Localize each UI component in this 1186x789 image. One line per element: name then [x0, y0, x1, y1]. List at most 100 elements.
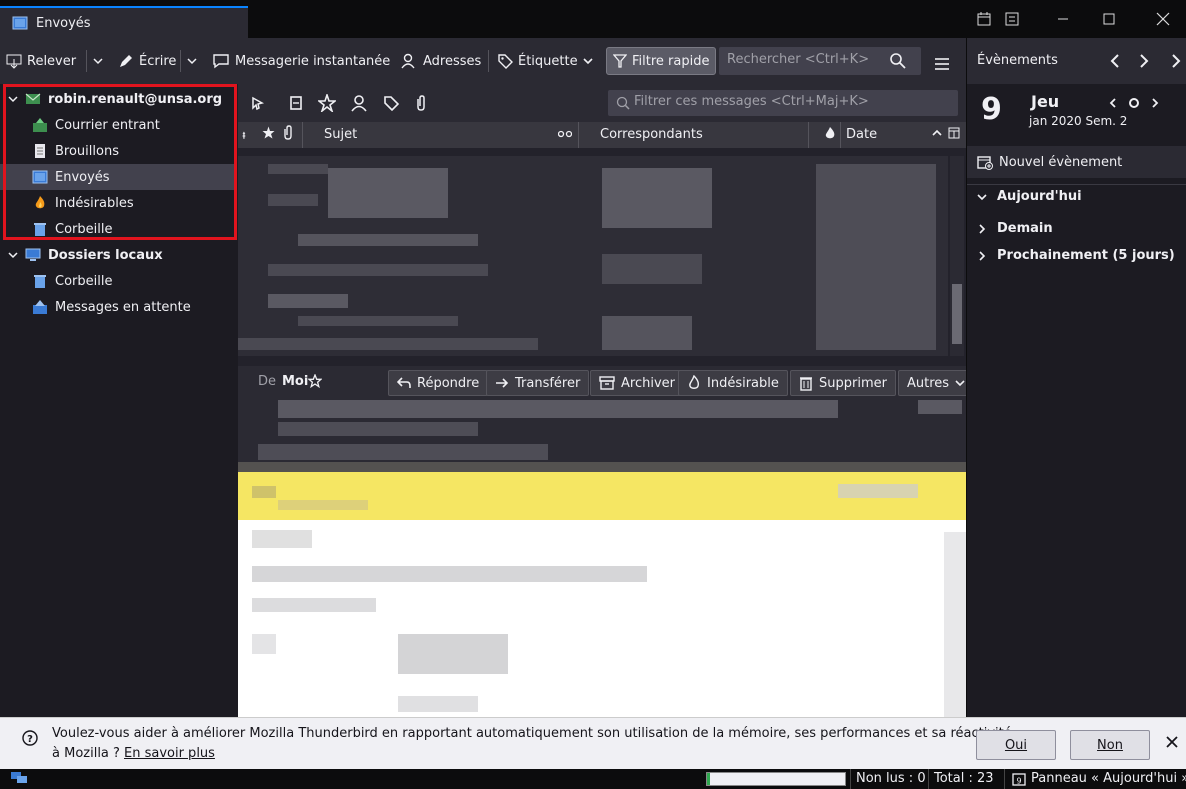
star-icon[interactable] — [308, 374, 322, 388]
today-circle-icon[interactable] — [1128, 97, 1140, 109]
forward-button[interactable]: Transférer — [486, 370, 590, 396]
no-button[interactable]: Non — [1070, 730, 1150, 760]
folder-local-folders[interactable]: Dossiers locaux — [0, 242, 236, 268]
next-day-icon[interactable] — [1151, 98, 1159, 108]
table-row[interactable] — [268, 194, 318, 206]
header-detail-row — [918, 400, 962, 414]
quick-filter-button[interactable]: Filtre rapide — [606, 47, 717, 75]
junk-button[interactable]: Indésirable — [678, 370, 788, 396]
delete-button[interactable]: Supprimer — [790, 370, 896, 396]
other-actions-button[interactable]: Autres — [898, 370, 975, 396]
minimize-button[interactable] — [1040, 0, 1086, 38]
scrollbar-thumb[interactable] — [952, 284, 962, 344]
online-status-icon[interactable] — [10, 771, 28, 785]
maximize-button[interactable] — [1086, 0, 1132, 38]
tag-filter-icon[interactable] — [383, 95, 399, 111]
thread-dots-icon[interactable] — [558, 129, 572, 139]
section-today[interactable]: Aujourd'hui — [977, 189, 1082, 204]
col-correspondents[interactable]: Correspondants — [600, 127, 703, 142]
tag-button[interactable]: Étiquette — [497, 48, 593, 74]
column-divider — [302, 122, 303, 148]
prev-day-icon[interactable] — [1109, 98, 1117, 108]
learn-more-link[interactable]: En savoir plus — [124, 746, 215, 761]
table-row[interactable] — [298, 316, 458, 326]
body-scrollbar[interactable] — [944, 532, 966, 717]
calendar-day-icon[interactable]: 9 — [1012, 772, 1026, 786]
folder-sent[interactable]: Envoyés — [0, 164, 236, 190]
table-row[interactable] — [268, 164, 328, 174]
pencil-icon — [118, 53, 134, 69]
folder-local-trash[interactable]: Corbeille — [0, 268, 236, 294]
new-event-button[interactable]: Nouvel évènement — [967, 146, 1186, 178]
tasks-tab-icon[interactable] — [1000, 0, 1024, 38]
column-picker-icon[interactable] — [948, 127, 960, 139]
tab-title: Envoyés — [36, 15, 91, 31]
account-name: robin.renault@unsa.org — [48, 91, 223, 107]
sticky-pin-icon[interactable] — [250, 95, 266, 111]
chevron-down-icon — [977, 192, 987, 202]
col-date[interactable]: Date — [846, 127, 877, 142]
table-row[interactable] — [602, 254, 702, 284]
chat-button[interactable]: Messagerie instantanée — [212, 48, 390, 74]
folder-inbox[interactable]: Courrier entrant — [0, 112, 236, 138]
unread-filter-icon[interactable] — [288, 95, 304, 111]
table-row[interactable] — [602, 316, 692, 350]
from-value[interactable]: Moi — [282, 374, 308, 389]
folder-outbox[interactable]: Messages en attente — [0, 294, 236, 320]
thread-column-icon[interactable]: ⭻ — [242, 127, 246, 146]
today-pane-header: Évènements — [967, 38, 1186, 84]
reply-button[interactable]: Répondre — [388, 370, 489, 396]
table-row[interactable] — [816, 164, 936, 350]
archive-label: Archiver — [621, 375, 675, 391]
close-window-button[interactable] — [1140, 0, 1186, 38]
today-pane-toggle[interactable]: Panneau « Aujourd'hui » — [1031, 771, 1186, 786]
filter-messages-input[interactable]: Filtrer ces messages <Ctrl+Maj+K> — [608, 90, 958, 116]
app-menu-button[interactable] — [934, 51, 950, 77]
chevron-left-icon[interactable] — [1110, 54, 1120, 68]
col-subject[interactable]: Sujet — [324, 127, 357, 142]
folder-drafts[interactable]: Brouillons — [0, 138, 236, 164]
status-bar: Non lus : 0 Total : 23 9 Panneau « Aujou… — [0, 769, 1186, 789]
folder-trash[interactable]: Corbeille — [0, 216, 236, 242]
attachment-filter-icon[interactable] — [414, 94, 428, 112]
archive-button[interactable]: Archiver — [590, 370, 684, 396]
star-icon[interactable] — [262, 126, 275, 139]
table-row[interactable] — [268, 264, 488, 276]
close-pane-icon[interactable] — [1171, 54, 1181, 68]
table-row[interactable] — [238, 338, 538, 350]
write-button[interactable]: Écrire — [118, 48, 176, 74]
yes-button[interactable]: Oui — [976, 730, 1056, 760]
close-icon[interactable] — [1166, 736, 1178, 748]
column-divider — [840, 122, 841, 148]
get-mail-dropdown[interactable] — [92, 48, 104, 74]
section-upcoming[interactable]: Prochainement (5 jours) — [977, 248, 1175, 263]
get-mail-label: Relever — [27, 53, 77, 69]
day-name: Jeu — [1031, 92, 1060, 111]
tab-sent[interactable]: Envoyés — [0, 6, 248, 38]
search-input[interactable]: Rechercher <Ctrl+K> — [719, 47, 921, 75]
junk-status-icon[interactable] — [824, 126, 836, 140]
table-row[interactable] — [298, 234, 478, 246]
section-tomorrow[interactable]: Demain — [977, 221, 1053, 236]
folder-account[interactable]: robin.renault@unsa.org — [0, 86, 236, 112]
junk-label: Indésirable — [707, 375, 779, 391]
calendar-add-icon — [977, 154, 993, 170]
star-filter-icon[interactable] — [318, 94, 336, 112]
search-icon — [616, 96, 630, 110]
calendar-tab-icon[interactable] — [972, 0, 996, 38]
write-dropdown[interactable] — [186, 48, 198, 74]
junk-flame-icon — [687, 375, 701, 391]
address-book-button[interactable]: Adresses — [400, 48, 481, 74]
sort-ascending-icon[interactable] — [932, 129, 942, 137]
table-row[interactable] — [602, 168, 712, 228]
chevron-right-icon[interactable] — [1139, 54, 1149, 68]
table-row[interactable] — [268, 294, 348, 308]
contact-filter-icon[interactable] — [350, 94, 368, 112]
delete-label: Supprimer — [819, 375, 887, 391]
table-row[interactable] — [328, 168, 448, 218]
get-mail-button[interactable]: Relever — [6, 48, 76, 74]
body-text-blur — [252, 634, 276, 654]
attachment-icon[interactable] — [282, 125, 294, 141]
quick-filter-label: Filtre rapide — [632, 53, 710, 69]
folder-junk[interactable]: Indésirables — [0, 190, 236, 216]
